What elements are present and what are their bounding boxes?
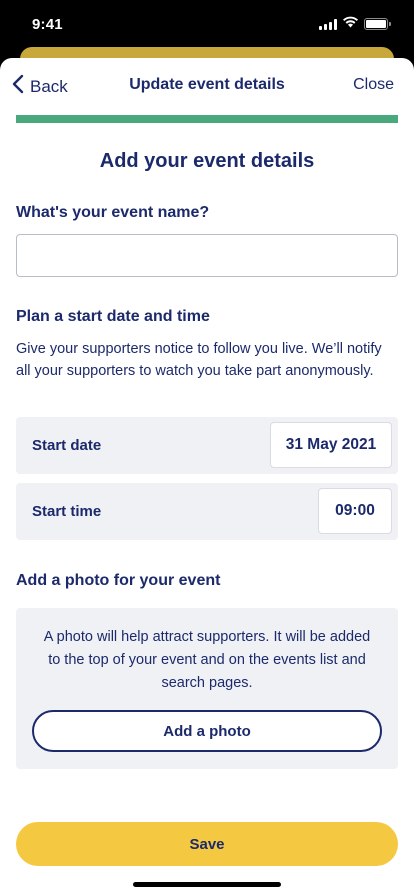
schedule-description: Give your supporters notice to follow yo…	[16, 341, 382, 379]
start-date-row: Start date 31 May 2021	[16, 417, 398, 474]
status-bar: 9:41	[0, 0, 414, 48]
start-time-label: Start time	[32, 503, 102, 520]
modal-sheet: Back Update event details Close Add your…	[0, 58, 414, 896]
save-button[interactable]: Save	[16, 822, 398, 866]
chevron-left-icon	[12, 74, 24, 99]
navigation-bar: Back Update event details Close	[0, 58, 414, 114]
battery-icon	[364, 18, 391, 30]
home-indicator	[133, 882, 281, 887]
progress-bar	[16, 115, 398, 123]
event-name-label: What's your event name?	[16, 204, 210, 221]
status-icons	[319, 15, 391, 33]
form-heading: Add your event details	[99, 150, 315, 172]
close-button[interactable]: Close	[353, 76, 394, 94]
photo-panel: A photo will help attract supporters. It…	[16, 608, 398, 769]
start-time-row: Start time 09:00	[16, 483, 398, 540]
schedule-title: Plan a start date and time	[16, 308, 210, 325]
back-button[interactable]: Back	[12, 74, 68, 99]
start-date-label: Start date	[32, 437, 102, 454]
start-time-picker[interactable]: 09:00	[318, 488, 392, 534]
start-date-picker[interactable]: 31 May 2021	[270, 422, 392, 468]
add-photo-button[interactable]: Add a photo	[32, 710, 382, 752]
event-name-input[interactable]	[16, 234, 398, 277]
wifi-icon	[342, 15, 359, 33]
progress-fill	[16, 115, 398, 123]
status-time: 9:41	[32, 15, 63, 33]
cellular-signal-icon	[319, 18, 337, 30]
photo-description: A photo will help attract supporters. It…	[43, 629, 371, 691]
photo-title: Add a photo for your event	[16, 572, 221, 589]
back-label: Back	[30, 76, 68, 96]
